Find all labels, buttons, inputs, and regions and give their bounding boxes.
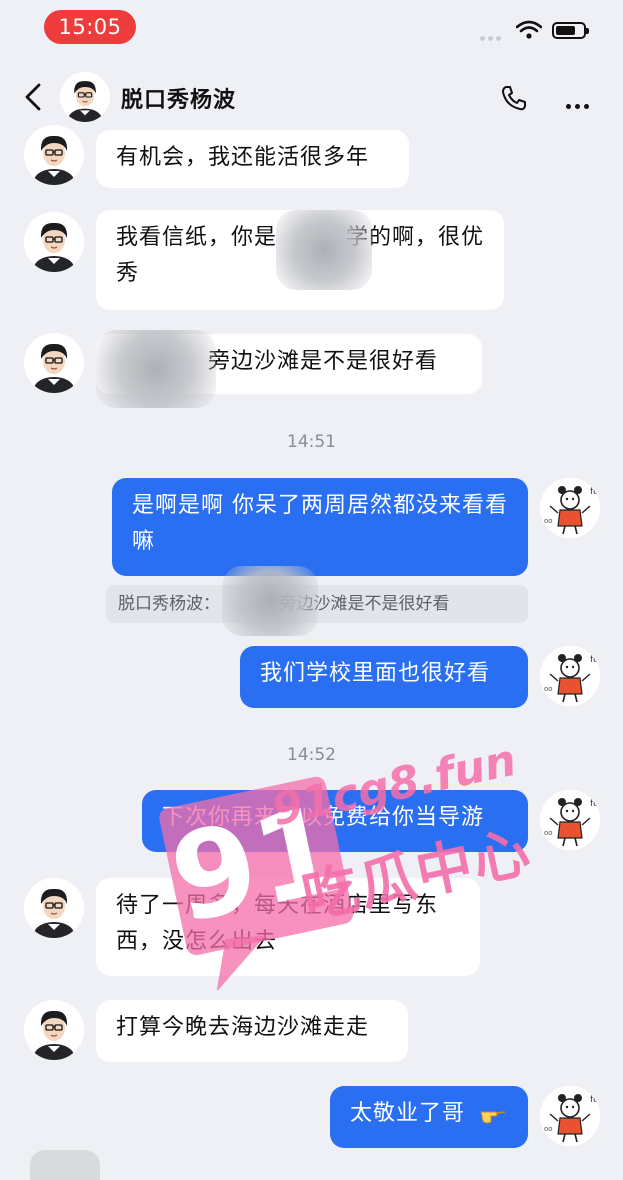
my-avatar[interactable] <box>540 478 600 538</box>
battery-icon <box>552 22 589 39</box>
back-icon[interactable] <box>22 82 46 112</box>
timestamp: 14:52 <box>287 745 336 765</box>
message-bubble-out[interactable]: 太敬业了哥 <box>330 1086 528 1148</box>
pointing-hand-icon <box>480 1111 506 1124</box>
signal-icon <box>480 26 504 45</box>
chat-header: 脱口秀杨波 <box>0 62 623 132</box>
status-bar: 15:05 <box>0 0 623 56</box>
message-text: 太敬业了哥 <box>350 1101 466 1126</box>
message-bubble-out[interactable]: 我们学校里面也很好看 <box>240 646 528 708</box>
their-avatar[interactable] <box>24 1000 84 1060</box>
status-time: 15:05 <box>44 10 136 44</box>
contact-avatar[interactable] <box>60 72 110 122</box>
redaction-blur <box>96 330 216 408</box>
message-bubble-in[interactable]: 打算今晚去海边沙滩走走 <box>96 1000 408 1062</box>
wifi-icon <box>516 20 542 39</box>
my-avatar[interactable] <box>540 646 600 706</box>
my-avatar[interactable] <box>540 790 600 850</box>
redaction-blur <box>222 566 318 636</box>
their-avatar[interactable] <box>24 212 84 272</box>
my-avatar[interactable] <box>540 1086 600 1146</box>
message-bubble-out[interactable]: 是啊是啊 你呆了两周居然都没来看看嘛 <box>112 478 528 576</box>
contact-name[interactable]: 脱口秀杨波 <box>121 82 236 114</box>
their-avatar[interactable] <box>24 333 84 393</box>
message-bubble-in[interactable]: 有机会，我还能活很多年 <box>96 130 409 188</box>
their-avatar[interactable] <box>24 878 84 938</box>
redaction-blur <box>276 210 372 290</box>
home-indicator <box>30 1150 100 1180</box>
phone-icon[interactable] <box>500 84 528 112</box>
their-avatar[interactable] <box>24 125 84 185</box>
more-icon[interactable] <box>566 94 593 113</box>
timestamp: 14:51 <box>287 432 336 452</box>
